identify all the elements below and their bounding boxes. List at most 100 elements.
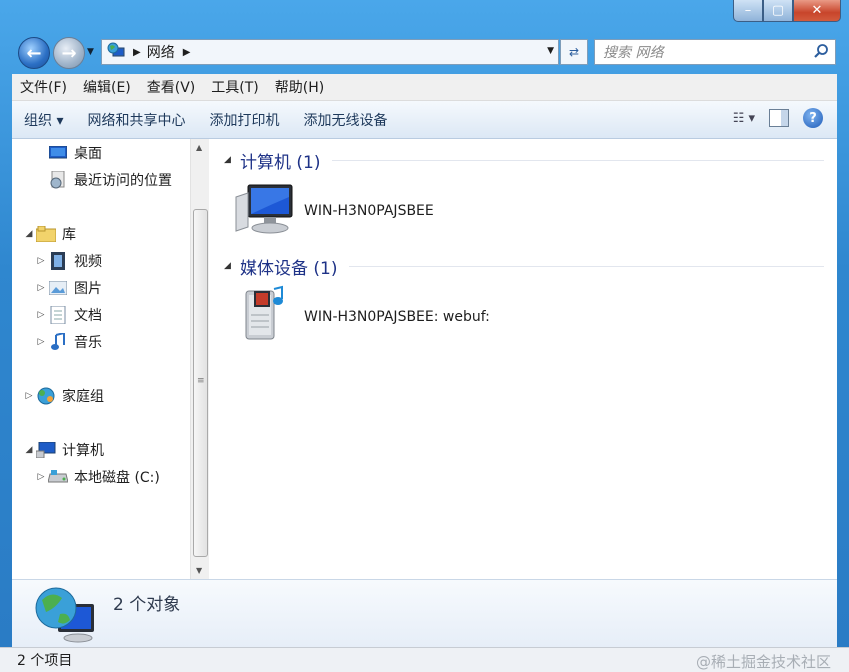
collapse-group-icon[interactable]: ◢ — [224, 261, 240, 271]
nav-item-local-disk[interactable]: ▷ 本地磁盘 (C:) — [36, 465, 160, 489]
content-pane: ◢ 计算机 (1) WIN-H3N0PAJSBEE ◢ 媒体设备 (1) WIN… — [210, 139, 837, 579]
documents-icon — [48, 306, 68, 324]
menu-bar: 文件(F) 编辑(E) 查看(V) 工具(T) 帮助(H) — [12, 74, 837, 101]
videos-icon — [48, 252, 68, 270]
view-options-icon[interactable]: ☷ ▾ — [733, 111, 755, 126]
close-button[interactable]: ✕ — [793, 0, 841, 22]
details-pane: 2 个对象 — [12, 579, 837, 648]
expand-arrow-icon[interactable]: ▷ — [36, 310, 46, 320]
collapse-group-icon[interactable]: ◢ — [224, 155, 240, 165]
menu-tools[interactable]: 工具(T) — [203, 77, 266, 97]
breadcrumb-root-arrow[interactable]: ▶ — [133, 47, 141, 58]
nav-label: 最近访问的位置 — [74, 173, 172, 189]
item-count: 2 个对象 — [113, 595, 181, 615]
group-title: 媒体设备 (1) — [240, 258, 338, 279]
music-icon — [48, 333, 68, 351]
navigation-pane: 桌面 最近访问的位置 ◢ 库 ▷ 视频 ▷ 图片 ▷ 文档 ▷ 音乐 ▷ 家庭组… — [12, 139, 192, 579]
nav-label: 桌面 — [74, 146, 102, 162]
group-divider — [332, 159, 824, 161]
expand-arrow-icon[interactable]: ▷ — [36, 472, 46, 482]
group-header-media[interactable]: ◢ 媒体设备 (1) — [224, 255, 824, 279]
refresh-button[interactable]: ⇄ — [560, 39, 588, 65]
media-server-icon — [234, 285, 294, 349]
nav-label: 文档 — [74, 308, 102, 324]
menu-view[interactable]: 查看(V) — [139, 77, 204, 97]
network-globe-icon — [107, 42, 125, 62]
status-items: 2 个项目 — [17, 653, 73, 669]
nav-item-videos[interactable]: ▷ 视频 — [36, 249, 102, 273]
group-header-computers[interactable]: ◢ 计算机 (1) — [224, 149, 824, 173]
network-center-button[interactable]: 网络和共享中心 — [75, 110, 197, 130]
add-printer-button[interactable]: 添加打印机 — [197, 110, 291, 130]
expand-arrow-icon[interactable]: ▷ — [36, 256, 46, 266]
nav-item-recent[interactable]: 最近访问的位置 — [36, 168, 172, 192]
grip-icon: ≡ — [197, 376, 205, 386]
search-icon[interactable] — [813, 43, 829, 63]
address-row: ← → ▼ ▶ 网络 ▶ ▼ ⇄ 搜索 网络 — [0, 35, 849, 69]
menu-edit[interactable]: 编辑(E) — [75, 77, 139, 97]
nav-item-libraries[interactable]: ◢ 库 — [24, 222, 76, 246]
media-device-label: WIN-H3N0PAJSBEE: webuf: — [304, 309, 490, 325]
preview-pane-icon[interactable] — [769, 109, 789, 127]
scroll-down-icon[interactable]: ▼ — [196, 566, 202, 575]
group-title: 计算机 (1) — [240, 152, 321, 173]
window-frame: – ▢ ✕ ← → ▼ ▶ 网络 ▶ ▼ ⇄ 搜索 网络 文件(F) 编辑(E)… — [0, 0, 849, 672]
expand-arrow-icon[interactable]: ▷ — [24, 391, 34, 401]
nav-label: 视频 — [74, 254, 102, 270]
hard-disk-icon — [48, 468, 68, 486]
back-button[interactable]: ← — [18, 37, 50, 69]
organize-button[interactable]: 组织 ▾ — [12, 110, 75, 130]
toolbar-right: ☷ ▾ ? — [733, 108, 823, 128]
add-wireless-button[interactable]: 添加无线设备 — [291, 110, 399, 130]
caption-buttons: – ▢ ✕ — [733, 0, 841, 22]
pictures-icon — [48, 279, 68, 297]
desktop-icon — [48, 144, 68, 162]
scroll-thumb[interactable]: ≡ — [193, 209, 208, 557]
nav-item-pictures[interactable]: ▷ 图片 — [36, 276, 102, 300]
recent-places-icon — [48, 171, 68, 189]
computer-icon — [36, 441, 56, 459]
menu-help[interactable]: 帮助(H) — [267, 77, 332, 97]
nav-item-desktop[interactable]: 桌面 — [36, 141, 102, 165]
address-dropdown-icon[interactable]: ▼ — [547, 46, 554, 56]
history-dropdown-icon[interactable]: ▼ — [87, 47, 94, 57]
search-placeholder: 搜索 网络 — [603, 45, 664, 61]
explorer-window: 文件(F) 编辑(E) 查看(V) 工具(T) 帮助(H) 组织 ▾ 网络和共享… — [0, 74, 849, 672]
watermark: @稀土掘金技术社区 — [695, 653, 831, 671]
nav-item-music[interactable]: ▷ 音乐 — [36, 330, 102, 354]
collapse-arrow-icon[interactable]: ◢ — [24, 445, 34, 455]
nav-item-documents[interactable]: ▷ 文档 — [36, 303, 102, 327]
menu-file[interactable]: 文件(F) — [12, 77, 75, 97]
address-bar[interactable]: ▶ 网络 ▶ ▼ — [101, 39, 559, 65]
expand-arrow-icon[interactable]: ▷ — [36, 337, 46, 347]
network-large-icon — [34, 586, 98, 648]
computer-item[interactable]: WIN-H3N0PAJSBEE — [234, 183, 434, 239]
minimize-button[interactable]: – — [733, 0, 763, 22]
maximize-button[interactable]: ▢ — [763, 0, 793, 22]
nav-scrollbar[interactable]: ▲ ≡ ▼ — [190, 139, 209, 579]
nav-label: 图片 — [74, 281, 102, 297]
collapse-arrow-icon[interactable]: ◢ — [24, 229, 34, 239]
group-divider — [349, 265, 824, 267]
homegroup-icon — [36, 387, 56, 405]
computer-item-label: WIN-H3N0PAJSBEE — [304, 203, 434, 219]
search-input[interactable]: 搜索 网络 — [594, 39, 836, 65]
computer-icon — [234, 183, 294, 239]
media-device-item[interactable]: WIN-H3N0PAJSBEE: webuf: — [234, 285, 490, 345]
nav-label: 家庭组 — [62, 389, 104, 405]
nav-item-homegroup[interactable]: ▷ 家庭组 — [24, 384, 104, 408]
forward-button[interactable]: → — [53, 37, 85, 69]
breadcrumb-arrow[interactable]: ▶ — [183, 47, 191, 58]
help-icon[interactable]: ? — [803, 108, 823, 128]
status-bar: 2 个项目 @稀土掘金技术社区 — [0, 647, 849, 672]
nav-label: 音乐 — [74, 335, 102, 351]
expand-arrow-icon[interactable]: ▷ — [36, 283, 46, 293]
command-bar: 组织 ▾ 网络和共享中心 添加打印机 添加无线设备 ☷ ▾ ? — [12, 101, 837, 139]
nav-label: 本地磁盘 (C:) — [74, 470, 160, 486]
nav-item-computer[interactable]: ◢ 计算机 — [24, 438, 104, 462]
libraries-icon — [36, 225, 56, 243]
nav-label: 计算机 — [62, 443, 104, 459]
nav-label: 库 — [62, 227, 76, 243]
breadcrumb-network[interactable]: 网络 — [147, 42, 175, 62]
scroll-up-icon[interactable]: ▲ — [196, 143, 202, 152]
